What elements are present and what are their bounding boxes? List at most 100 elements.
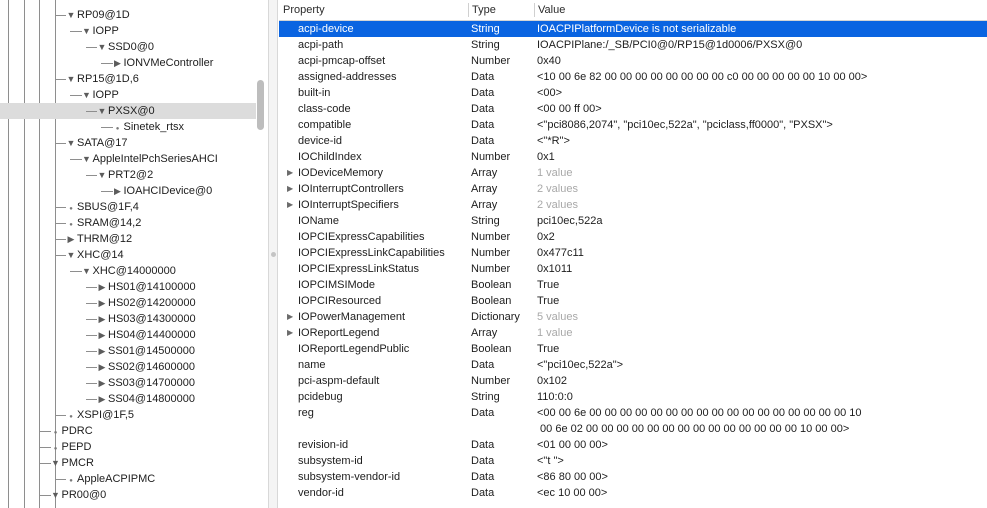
disclosure-collapsed-icon[interactable]: ▶ [287, 309, 293, 325]
column-header-value[interactable]: Value [534, 0, 978, 20]
tree-connector [39, 431, 51, 432]
disclosure-collapsed-icon[interactable]: ▶ [66, 231, 76, 247]
disclosure-expanded-icon[interactable]: ▼ [51, 455, 61, 471]
tree-node[interactable]: ▶ HS03@14300000 [97, 311, 196, 327]
table-row[interactable]: name Data <"pci10ec,522a"> [279, 357, 987, 373]
split-view-divider[interactable] [268, 0, 278, 508]
disclosure-expanded-icon[interactable]: ▼ [97, 39, 107, 55]
disclosure-expanded-icon[interactable]: ▼ [97, 167, 107, 183]
table-row[interactable]: subsystem-vendor-id Data <86 80 00 00> [279, 469, 987, 485]
device-tree-pane[interactable]: ▼ RP09@1D ▼ IOPP ▼ SSD0@0 ▶ IONVMeController ▼ RP… [0, 0, 268, 508]
disclosure-collapsed-icon[interactable]: ▶ [113, 183, 123, 199]
divider-grip[interactable] [271, 252, 276, 257]
tree-node[interactable]: ● SBUS@1F,4 [66, 199, 139, 215]
table-row[interactable]: ▶ IOInterruptControllers Array 2 values [279, 181, 987, 197]
tree-node[interactable]: ▶ HS02@14200000 [97, 295, 196, 311]
disclosure-collapsed-icon[interactable]: ▶ [97, 359, 107, 375]
tree-node[interactable]: ▼ PMCR [51, 455, 94, 471]
tree-node[interactable]: ▼ XHC@14000000 [82, 263, 176, 279]
table-row[interactable]: vendor-id Data <ec 10 00 00> [279, 485, 987, 501]
tree-scrollbar[interactable] [257, 80, 264, 130]
tree-node[interactable]: ● XSPI@1F,5 [66, 407, 134, 423]
disclosure-expanded-icon[interactable]: ▼ [82, 23, 92, 39]
disclosure-expanded-icon[interactable]: ▼ [82, 151, 92, 167]
table-row[interactable]: ▶ IOPowerManagement Dictionary 5 values [279, 309, 987, 325]
tree-node[interactable]: ▶ THRM@12 [66, 231, 133, 247]
tree-node[interactable]: ● Sinetek_rtsx [113, 119, 184, 135]
table-row[interactable]: IOPCIMSIMode Boolean True [279, 277, 987, 293]
table-row[interactable]: device-id Data <"*R"> [279, 133, 987, 149]
disclosure-collapsed-icon[interactable]: ▶ [287, 181, 293, 197]
table-row[interactable]: ▶ IOReportLegend Array 1 value [279, 325, 987, 341]
disclosure-expanded-icon[interactable]: ▼ [82, 263, 92, 279]
tree-node[interactable]: ▶ HS01@14100000 [97, 279, 196, 295]
tree-node[interactable]: ▶ SS02@14600000 [97, 359, 196, 375]
column-header-property[interactable]: Property [279, 0, 468, 20]
table-row[interactable]: IOPCIExpressCapabilities Number 0x2 [279, 229, 987, 245]
column-header-type[interactable]: Type [468, 0, 532, 20]
tree-node[interactable]: ● AppleACPIPMC [66, 471, 155, 487]
disclosure-collapsed-icon[interactable]: ▶ [97, 391, 107, 407]
tree-node[interactable]: ▶ SS04@14800000 [97, 391, 196, 407]
tree-node[interactable]: ● PEPD [51, 439, 92, 455]
disclosure-expanded-icon[interactable]: ▼ [66, 135, 76, 151]
tree-node[interactable]: ▶ SS03@14700000 [97, 375, 196, 391]
disclosure-collapsed-icon[interactable]: ▶ [97, 311, 107, 327]
disclosure-collapsed-icon[interactable]: ▶ [97, 327, 107, 343]
tree-node[interactable]: ▼ IOPP [82, 87, 119, 103]
table-row[interactable]: assigned-addresses Data <10 00 6e 82 00 00… [279, 69, 987, 85]
disclosure-collapsed-icon[interactable]: ▶ [97, 279, 107, 295]
disclosure-expanded-icon[interactable]: ▼ [51, 487, 61, 503]
table-row[interactable]: pci-aspm-default Number 0x102 [279, 373, 987, 389]
disclosure-collapsed-icon[interactable]: ▶ [287, 197, 293, 213]
table-row[interactable]: IOPCIResourced Boolean True [279, 293, 987, 309]
tree-node[interactable]: ▼ PRT2@2 [97, 167, 154, 183]
table-row[interactable]: pcidebug String 110:0:0 [279, 389, 987, 405]
tree-node[interactable]: ● PDRC [51, 423, 93, 439]
tree-node[interactable]: ▼ XHC@14 [66, 247, 124, 263]
tree-node[interactable]: ▶ HS04@14400000 [97, 327, 196, 343]
table-row[interactable]: IOReportLegendPublic Boolean True [279, 341, 987, 357]
tree-node[interactable]: ▼ SSD0@0 [97, 39, 155, 55]
tree-node[interactable]: ▶ SS01@14500000 [97, 343, 196, 359]
property-value: 0x1 [537, 151, 555, 163]
table-row[interactable]: revision-id Data <01 00 00 00> [279, 437, 987, 453]
properties-table[interactable]: Property Type Value acpi-device String IOA… [279, 0, 987, 508]
table-row[interactable]: IOPCIExpressLinkCapabilities Number 0x477c… [279, 245, 987, 261]
disclosure-expanded-icon[interactable]: ▼ [97, 103, 107, 119]
table-row[interactable]: ▶ IODeviceMemory Array 1 value [279, 165, 987, 181]
table-row[interactable]: IOName String pci10ec,522a [279, 213, 987, 229]
tree-node[interactable]: ▼ SATA@17 [66, 135, 128, 151]
tree-node[interactable]: ▶ IONVMeController [113, 55, 213, 71]
table-row[interactable]: ▶ IOInterruptSpecifiers Array 2 values [279, 197, 987, 213]
disclosure-collapsed-icon[interactable]: ▶ [97, 295, 107, 311]
disclosure-collapsed-icon[interactable]: ▶ [97, 343, 107, 359]
disclosure-expanded-icon[interactable]: ▼ [66, 71, 76, 87]
tree-node[interactable]: ▼ RP09@1D [66, 7, 130, 23]
table-row[interactable]: compatible Data <"pci8086,2074", "pci10ec,… [279, 117, 987, 133]
tree-node[interactable]: ▼ RP15@1D,6 [66, 71, 139, 87]
tree-node[interactable]: ▼ AppleIntelPchSeriesAHCI [82, 151, 218, 167]
table-row[interactable]: class-code Data <00 00 ff 00> [279, 101, 987, 117]
disclosure-collapsed-icon[interactable]: ▶ [113, 55, 123, 71]
table-row[interactable]: IOPCIExpressLinkStatus Number 0x1011 [279, 261, 987, 277]
table-row[interactable]: acpi-pmcap-offset Number 0x40 [279, 53, 987, 69]
disclosure-collapsed-icon[interactable]: ▶ [287, 165, 293, 181]
table-row[interactable]: reg Data <00 00 6e 00 00 00 00 00 00 00 00… [279, 405, 987, 437]
table-row[interactable]: acpi-device String IOACPIPlatformDevice is… [279, 21, 987, 37]
tree-node[interactable]: ▶ IOAHCIDevice@0 [113, 183, 212, 199]
tree-node[interactable]: ▼ IOPP [82, 23, 119, 39]
disclosure-expanded-icon[interactable]: ▼ [82, 87, 92, 103]
table-row[interactable]: built-in Data <00> [279, 85, 987, 101]
tree-node[interactable]: ▼ PR00@0 [51, 487, 106, 503]
disclosure-collapsed-icon[interactable]: ▶ [287, 325, 293, 341]
table-row[interactable]: IOChildIndex Number 0x1 [279, 149, 987, 165]
table-row[interactable]: acpi-path String IOACPIPlane:/_SB/PCI0@0/R… [279, 37, 987, 53]
tree-connector [85, 319, 97, 320]
table-row[interactable]: subsystem-id Data <"t "> [279, 453, 987, 469]
tree-node[interactable]: ● SRAM@14,2 [66, 215, 141, 231]
disclosure-expanded-icon[interactable]: ▼ [66, 247, 76, 263]
disclosure-collapsed-icon[interactable]: ▶ [97, 375, 107, 391]
tree-node[interactable]: ▼ PXSX@0 [97, 103, 155, 119]
disclosure-expanded-icon[interactable]: ▼ [66, 7, 76, 23]
